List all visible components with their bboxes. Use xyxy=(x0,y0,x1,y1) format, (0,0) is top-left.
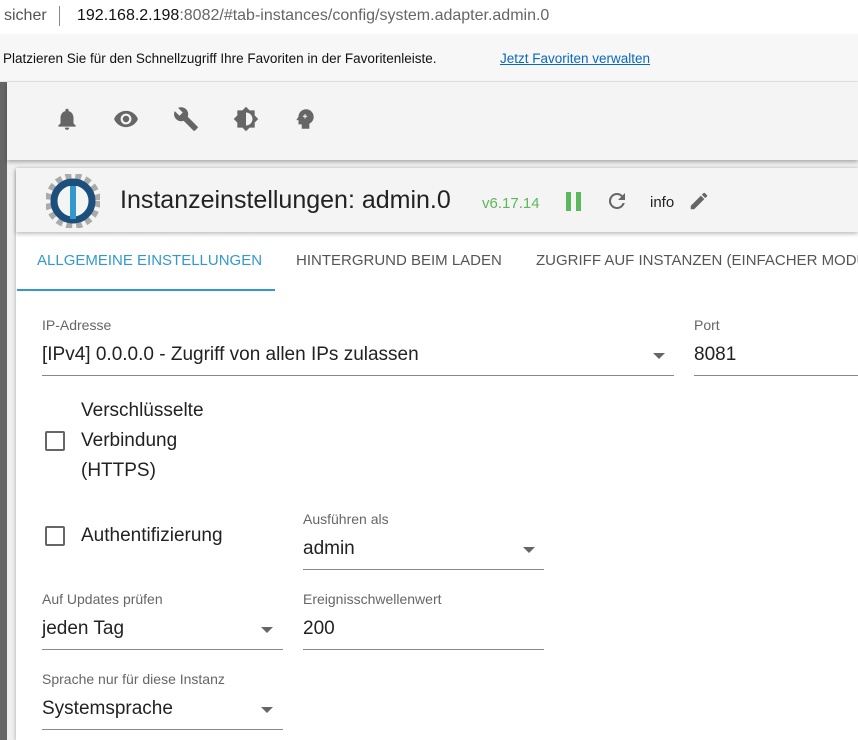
info-label: info xyxy=(650,194,675,211)
chevron-down-icon xyxy=(261,707,273,713)
ip-underline xyxy=(42,375,674,376)
run-as-select[interactable]: admin xyxy=(303,538,355,560)
chevron-down-icon xyxy=(653,353,665,359)
language-select[interactable]: Systemsprache xyxy=(42,698,173,720)
favorites-message: Platzieren Sie für den Schnellzugriff Ih… xyxy=(3,51,437,66)
https-checkbox[interactable] xyxy=(45,431,65,451)
divider xyxy=(59,6,60,26)
scrollbar[interactable] xyxy=(0,82,7,740)
https-label-2: Verbindung xyxy=(81,430,178,451)
updates-select[interactable]: jeden Tag xyxy=(42,618,124,640)
https-label-1: Verschlüsselte xyxy=(81,400,204,421)
port-underline xyxy=(694,375,858,376)
ip-label: IP-Adresse xyxy=(42,317,112,333)
active-tab-indicator xyxy=(17,289,275,291)
security-label: sicher xyxy=(4,7,47,24)
run-as-label: Ausführen als xyxy=(303,511,389,527)
version-badge: v6.17.14 xyxy=(482,195,540,212)
tab-background-loading[interactable]: HINTERGRUND BEIM LADEN xyxy=(296,252,502,269)
threshold-underline xyxy=(303,649,544,650)
iobroker-logo-icon xyxy=(46,174,100,228)
edit-icon[interactable] xyxy=(688,190,710,212)
wrench-icon[interactable] xyxy=(173,106,199,132)
url-host: 192.168.2.198 xyxy=(77,7,180,24)
https-label-3: (HTTPS) xyxy=(81,460,156,481)
tab-instance-access[interactable]: ZUGRIFF AUF INSTANZEN (EINFACHER MODUS) xyxy=(536,252,858,269)
url[interactable]: 192.168.2.198:8082/#tab-instances/config… xyxy=(77,7,549,25)
chevron-down-icon xyxy=(523,547,535,553)
port-input[interactable]: 8081 xyxy=(694,344,736,366)
bell-icon[interactable] xyxy=(54,106,80,132)
tab-general-settings[interactable]: ALLGEMEINE EINSTELLUNGEN xyxy=(37,252,262,269)
url-path: :8082/#tab-instances/config/system.adapt… xyxy=(179,7,550,24)
threshold-label: Ereignisschwellenwert xyxy=(303,591,442,607)
pause-icon[interactable] xyxy=(566,192,582,211)
run-as-underline xyxy=(303,569,544,570)
threshold-input[interactable]: 200 xyxy=(303,618,335,640)
updates-underline xyxy=(42,649,283,650)
ip-select[interactable]: [IPv4] 0.0.0.0 - Zugriff von allen IPs z… xyxy=(42,344,419,366)
theme-icon[interactable] xyxy=(233,106,259,132)
chevron-down-icon xyxy=(261,627,273,633)
reload-icon[interactable] xyxy=(605,189,629,213)
manage-favorites-link[interactable]: Jetzt Favoriten verwalten xyxy=(500,51,650,66)
page-title: Instanzeinstellungen: admin.0 xyxy=(120,186,451,214)
auth-checkbox[interactable] xyxy=(45,526,65,546)
port-label: Port xyxy=(694,317,720,333)
eye-icon[interactable] xyxy=(113,106,139,132)
favorites-bar: Platzieren Sie für den Schnellzugriff Ih… xyxy=(0,34,858,82)
auth-label: Authentifizierung xyxy=(81,525,223,546)
updates-label: Auf Updates prüfen xyxy=(42,591,163,607)
address-bar[interactable]: sicher 192.168.2.198:8082/#tab-instances… xyxy=(0,0,858,34)
language-label: Sprache nur für diese Instanz xyxy=(42,671,225,687)
expert-mode-icon[interactable] xyxy=(292,106,318,132)
language-underline xyxy=(42,729,283,730)
